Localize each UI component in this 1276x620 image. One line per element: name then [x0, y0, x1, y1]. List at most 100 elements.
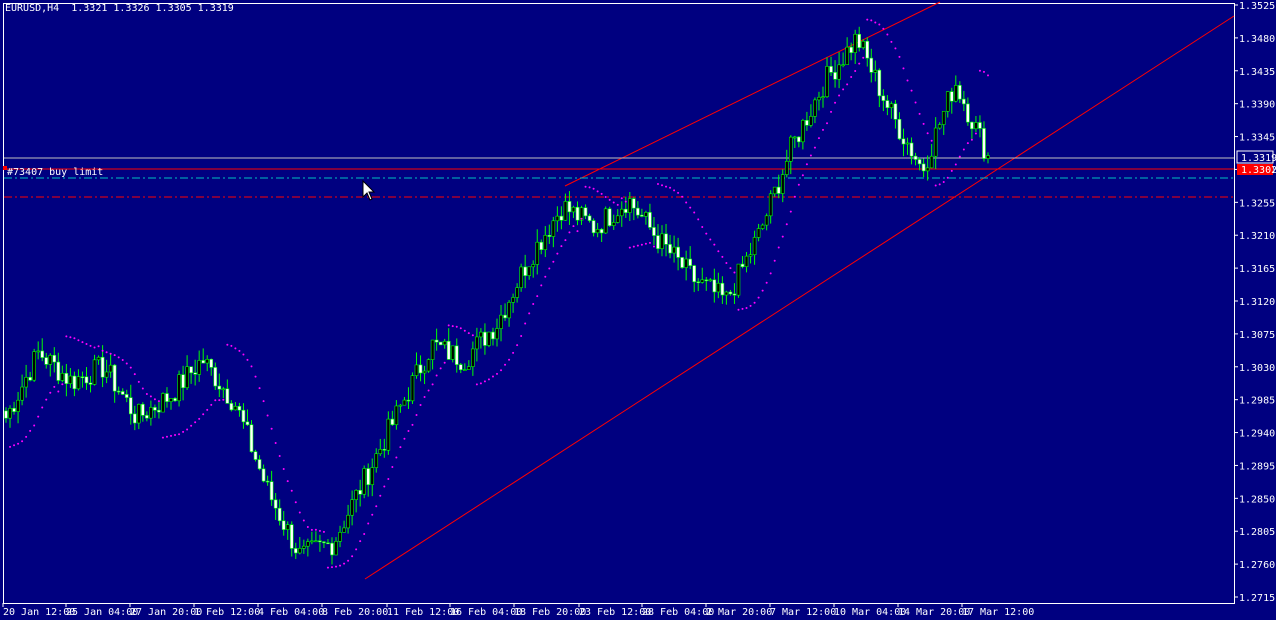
sar-dot: [508, 358, 511, 361]
sar-dot: [97, 345, 100, 348]
candle-body: [945, 91, 950, 112]
sar-dot: [842, 88, 845, 91]
sar-dot: [665, 185, 668, 188]
sar-dot: [326, 566, 329, 569]
candle-body: [817, 96, 821, 101]
sar-dot: [407, 430, 410, 433]
sar-dot: [395, 456, 398, 459]
candle-body: [599, 229, 604, 234]
sar-dot: [830, 110, 833, 113]
candle-body: [801, 120, 805, 143]
candle-body: [966, 103, 970, 123]
candle-body: [849, 46, 853, 53]
sar-dot: [741, 307, 744, 310]
sar-dot: [487, 378, 490, 381]
sar-dot: [137, 380, 140, 383]
sar-dot: [966, 142, 969, 145]
chart-window[interactable]: 1.35251.34801.34351.33901.33451.33001.32…: [0, 0, 1276, 620]
candle-body: [809, 116, 813, 126]
candle-body: [837, 64, 841, 80]
sar-dot: [455, 325, 458, 328]
candle-body: [173, 398, 177, 402]
candle-body: [559, 215, 564, 221]
sar-dot: [656, 183, 659, 186]
candle-body: [201, 360, 206, 364]
sar-dot: [290, 489, 293, 492]
sar-dot: [789, 210, 792, 213]
candle-body: [100, 356, 105, 378]
sar-dot: [254, 375, 257, 378]
sar-dot: [77, 339, 80, 342]
sar-dot: [141, 387, 144, 390]
candle-body: [181, 374, 185, 389]
candle-body: [913, 155, 918, 160]
candle-body: [36, 350, 40, 353]
sar-dot: [918, 112, 921, 115]
symbol-timeframe: EURUSD,H4: [5, 3, 60, 14]
candle-body: [8, 407, 12, 419]
sar-dot: [61, 383, 64, 386]
candle-body: [897, 118, 902, 140]
sar-dot: [560, 245, 563, 248]
mouse-cursor-icon: [362, 180, 376, 201]
sar-dot: [222, 398, 225, 401]
candle-body: [28, 377, 32, 381]
candle-body: [116, 390, 121, 393]
time-label: 4 Feb 04:00: [258, 607, 324, 618]
candle-body: [454, 345, 459, 365]
current-price-tag: 1.3319: [1241, 153, 1276, 164]
candle-body: [861, 40, 866, 48]
sar-dot: [677, 191, 680, 194]
sar-dot: [644, 242, 647, 245]
candle-body: [873, 69, 878, 73]
candle-body: [261, 468, 266, 482]
sar-dot: [516, 344, 519, 347]
candle-body: [193, 372, 197, 375]
sar-dot: [564, 239, 567, 242]
candle-body: [394, 405, 399, 425]
candle-body: [680, 257, 684, 268]
sar-dot: [652, 245, 655, 248]
candle-body: [269, 481, 274, 501]
sar-dot: [363, 533, 366, 536]
sar-dot: [49, 391, 52, 394]
order-label[interactable]: #73407 buy limit: [7, 167, 103, 178]
sar-dot: [415, 414, 418, 417]
sar-dot: [504, 363, 507, 366]
sar-dot: [524, 322, 527, 325]
candle-body: [591, 220, 596, 234]
candle-body: [475, 336, 479, 350]
candle-body: [571, 206, 576, 213]
time-label: 1 Feb 12:00: [194, 607, 260, 618]
candle-body: [104, 371, 109, 378]
sar-dot: [294, 501, 297, 504]
sar-dot: [447, 324, 450, 327]
candle-body: [406, 399, 411, 402]
price-label: 1.2985: [1239, 396, 1275, 407]
price-label: 1.2895: [1239, 461, 1275, 472]
candle-body: [869, 57, 874, 73]
candle-body: [132, 413, 137, 424]
time-label: 8 Feb 20:00: [322, 607, 388, 618]
candle-body: [434, 339, 439, 343]
candle-body: [229, 403, 234, 411]
sar-dot: [769, 272, 772, 275]
sar-dot: [520, 334, 523, 337]
time-label: 7 Mar 12:00: [770, 607, 836, 618]
candle-body: [463, 369, 467, 371]
candle-body: [720, 282, 725, 296]
price-label: 1.2850: [1239, 494, 1275, 505]
candle-body: [877, 69, 882, 97]
sar-dot: [157, 400, 160, 403]
candle-body: [740, 263, 745, 268]
sar-dot: [9, 445, 12, 448]
sar-dot: [258, 387, 261, 390]
price-chart[interactable]: 1.35251.34801.34351.33901.33451.33001.32…: [0, 0, 1276, 620]
sar-dot: [73, 337, 76, 340]
sar-dot: [145, 393, 148, 396]
candle-body: [974, 122, 978, 130]
price-label: 1.3345: [1239, 133, 1275, 144]
sar-dot: [785, 223, 788, 226]
candle-body: [615, 215, 620, 223]
candle-body: [273, 499, 278, 509]
